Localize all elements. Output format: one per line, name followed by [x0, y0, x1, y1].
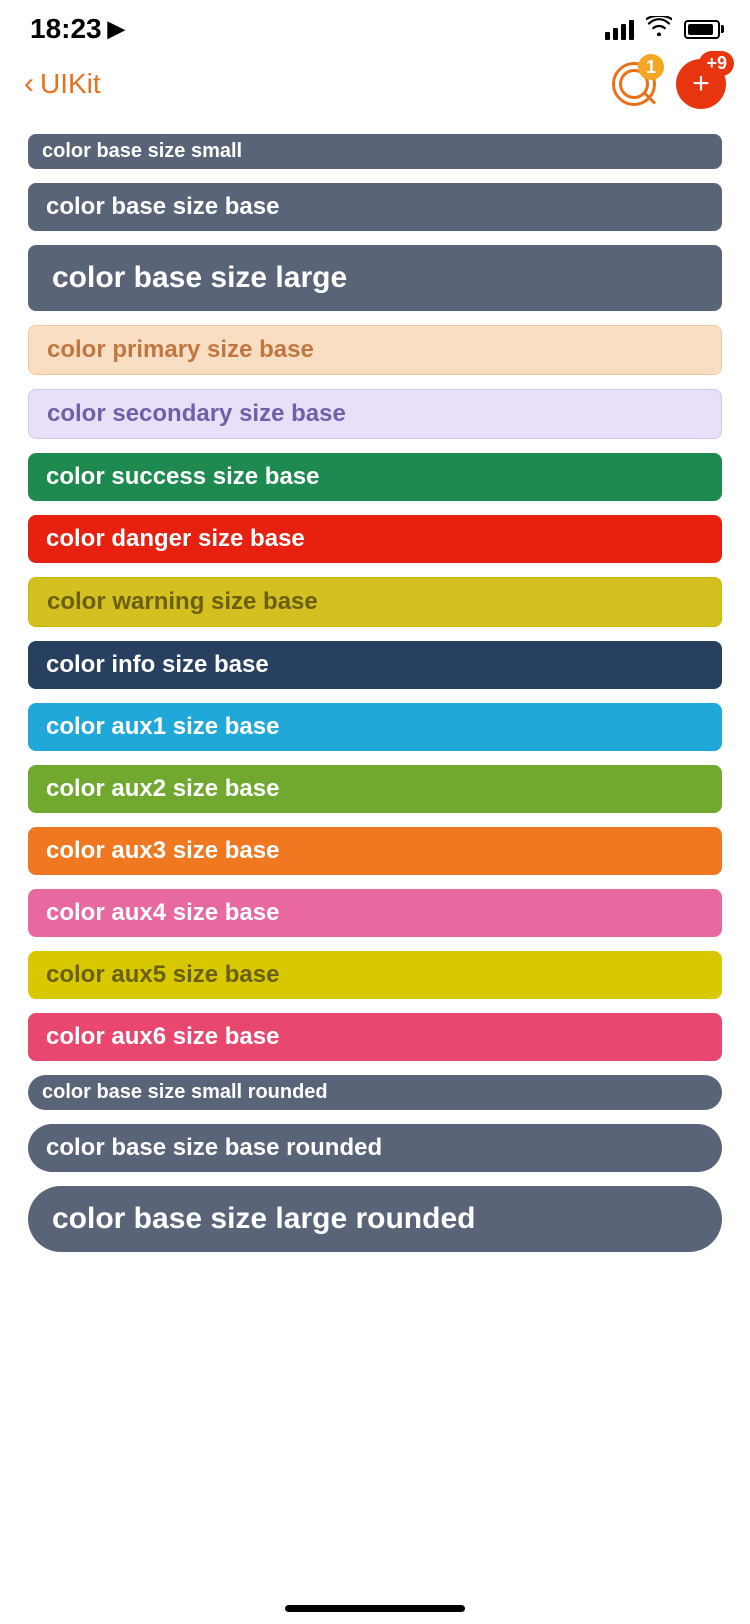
- chip-base-large[interactable]: color base size large: [28, 245, 722, 311]
- chip-primary-base[interactable]: color primary size base: [28, 325, 722, 375]
- chip-info-base[interactable]: color info size base: [28, 641, 722, 689]
- chip-base-small-rounded[interactable]: color base size small rounded: [28, 1075, 722, 1110]
- time-display: 18:23: [30, 13, 102, 45]
- back-label: UIKit: [40, 68, 101, 100]
- chip-success-base[interactable]: color success size base: [28, 453, 722, 501]
- status-icons: [605, 16, 720, 42]
- chip-base-base-rounded[interactable]: color base size base rounded: [28, 1124, 722, 1172]
- chip-secondary-base[interactable]: color secondary size base: [28, 389, 722, 439]
- chip-aux3-base[interactable]: color aux3 size base: [28, 827, 722, 875]
- chip-base-base[interactable]: color base size base: [28, 183, 722, 231]
- chip-warning-base[interactable]: color warning size base: [28, 577, 722, 627]
- signal-icon: [605, 18, 634, 40]
- header: ‹ UIKit 1 + +9: [0, 54, 750, 124]
- chip-aux6-base[interactable]: color aux6 size base: [28, 1013, 722, 1061]
- add-button[interactable]: + +9: [676, 59, 726, 109]
- chip-base-small[interactable]: color base size small: [28, 134, 722, 169]
- chevron-left-icon: ‹: [24, 67, 34, 101]
- chip-aux5-base[interactable]: color aux5 size base: [28, 951, 722, 999]
- header-actions: 1 + +9: [612, 59, 726, 109]
- status-bar: 18:23 ▶: [0, 0, 750, 54]
- search-button[interactable]: 1: [612, 62, 656, 106]
- location-arrow-icon: ▶: [108, 16, 125, 42]
- back-button[interactable]: ‹ UIKit: [24, 67, 101, 101]
- chip-aux2-base[interactable]: color aux2 size base: [28, 765, 722, 813]
- chip-danger-base[interactable]: color danger size base: [28, 515, 722, 563]
- search-notification-badge: 1: [638, 54, 664, 80]
- chip-aux1-base[interactable]: color aux1 size base: [28, 703, 722, 751]
- chip-aux4-base[interactable]: color aux4 size base: [28, 889, 722, 937]
- home-indicator: [285, 1605, 465, 1612]
- add-notification-badge: +9: [699, 51, 734, 76]
- chip-base-large-rounded[interactable]: color base size large rounded: [28, 1186, 722, 1252]
- wifi-icon: [646, 16, 672, 42]
- chips-list: color base size small color base size bas…: [0, 124, 750, 1292]
- status-time: 18:23 ▶: [30, 13, 125, 45]
- battery-icon: [684, 20, 720, 39]
